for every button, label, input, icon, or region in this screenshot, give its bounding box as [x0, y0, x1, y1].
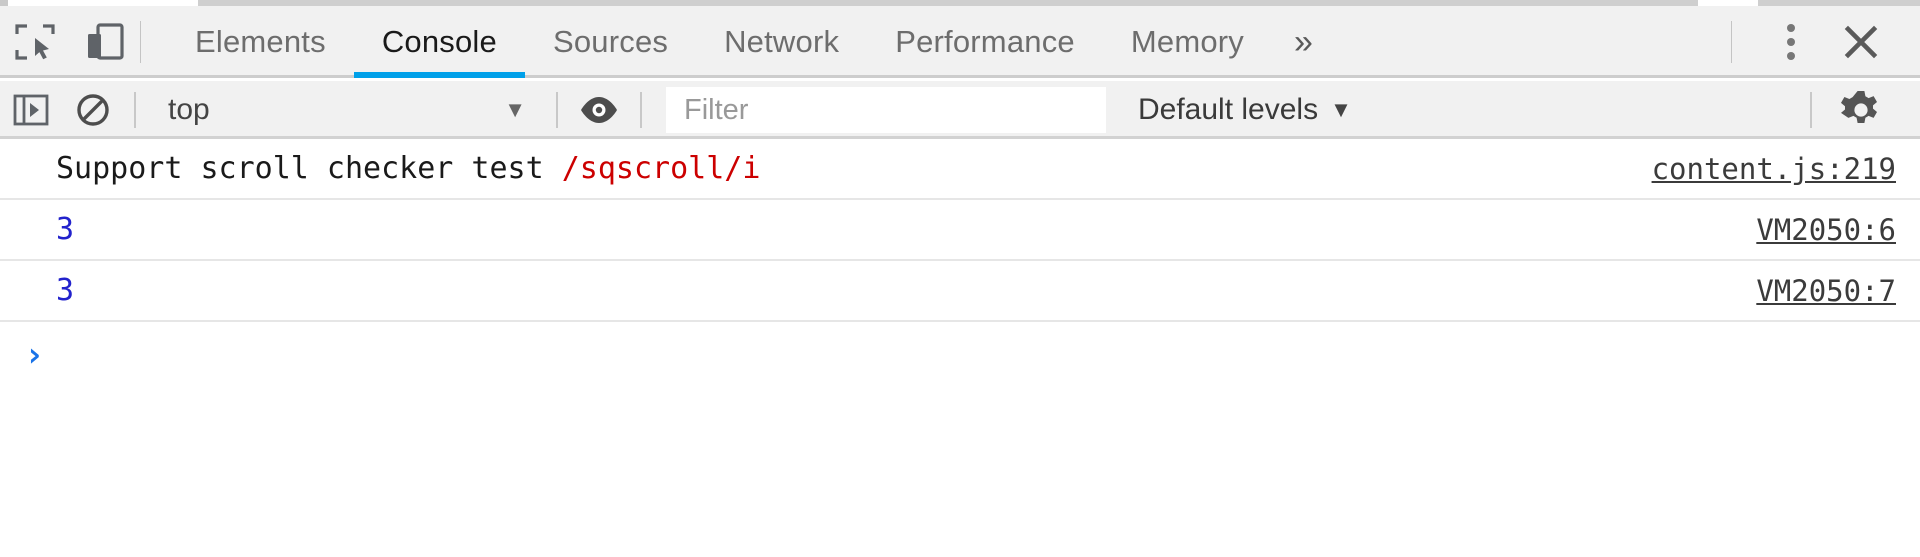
toolbar-divider	[1731, 21, 1732, 63]
console-message-text: 3	[56, 273, 75, 308]
tab-label: Memory	[1130, 24, 1245, 59]
kebab-dot	[1787, 52, 1795, 60]
tab-bar-right-actions	[1731, 6, 1920, 78]
clear-console-icon[interactable]	[62, 81, 124, 139]
kebab-dot	[1787, 38, 1795, 46]
live-expression-eye-icon[interactable]	[568, 81, 630, 139]
console-message-list: Support scroll checker test /sqscroll/i …	[0, 139, 1920, 557]
chevron-down-icon: ▼	[504, 97, 526, 122]
kebab-dot	[1787, 24, 1795, 32]
tab-label: Elements	[195, 24, 326, 59]
tab-label: Console	[381, 24, 497, 59]
console-message-row[interactable]: Support scroll checker test /sqscroll/i …	[0, 139, 1920, 200]
execution-context-value: top	[168, 93, 210, 126]
tab-elements[interactable]: Elements	[167, 6, 354, 78]
tab-memory[interactable]: Memory	[1103, 6, 1272, 78]
console-message-row[interactable]: 3 VM2050:7	[0, 261, 1920, 322]
tab-label: Network	[724, 24, 840, 59]
console-message-row[interactable]: 3 VM2050:6	[0, 200, 1920, 261]
tab-overflow-button[interactable]: »	[1272, 6, 1335, 78]
console-message-text: 3	[56, 212, 75, 247]
devtools-tab-bar: Elements Console Sources Network Perform…	[0, 6, 1920, 78]
settings-gear-icon[interactable]	[1822, 81, 1900, 139]
source-link[interactable]: VM2050:7	[1756, 274, 1896, 308]
filter-toolbar-right	[1800, 81, 1920, 139]
close-icon[interactable]	[1824, 6, 1898, 78]
chevron-down-icon: ▼	[1330, 97, 1352, 122]
toolbar-divider	[640, 92, 642, 128]
tab-sources[interactable]: Sources	[525, 6, 696, 78]
console-prompt[interactable]: ›	[0, 322, 1920, 388]
tab-label: Performance	[895, 24, 1075, 59]
toolbar-divider	[140, 21, 141, 63]
message-regex-text: /sqscroll/i	[561, 151, 761, 186]
log-level-selector[interactable]: Default levels ▼	[1138, 93, 1352, 127]
log-level-value: Default levels	[1138, 93, 1319, 126]
tab-console[interactable]: Console	[353, 6, 526, 78]
prompt-caret-icon: ›	[24, 335, 45, 375]
tab-label: Sources	[552, 24, 669, 59]
filter-placeholder: Filter	[684, 93, 749, 126]
source-link[interactable]: VM2050:6	[1756, 213, 1896, 247]
tab-performance[interactable]: Performance	[867, 6, 1103, 78]
inspect-element-icon[interactable]	[0, 6, 70, 78]
toolbar-divider	[1810, 92, 1812, 128]
execution-context-selector[interactable]: top ▼	[146, 81, 546, 139]
chevron-double-right-icon: »	[1294, 22, 1314, 61]
device-toolbar-icon[interactable]	[70, 6, 140, 78]
source-link[interactable]: content.js:219	[1652, 152, 1896, 186]
console-message-text: Support scroll checker test /sqscroll/i	[56, 151, 760, 186]
console-sidebar-icon[interactable]	[0, 81, 62, 139]
filter-input[interactable]: Filter	[666, 87, 1106, 133]
more-options-icon[interactable]	[1758, 6, 1824, 78]
tab-network[interactable]: Network	[696, 6, 867, 78]
toolbar-divider	[134, 92, 136, 128]
message-plain-text: Support scroll checker test	[56, 151, 562, 186]
toolbar-divider	[556, 92, 558, 128]
console-filter-toolbar: top ▼ Filter Default levels ▼	[0, 81, 1920, 139]
tab-list: Elements Console Sources Network Perform…	[167, 6, 1335, 78]
